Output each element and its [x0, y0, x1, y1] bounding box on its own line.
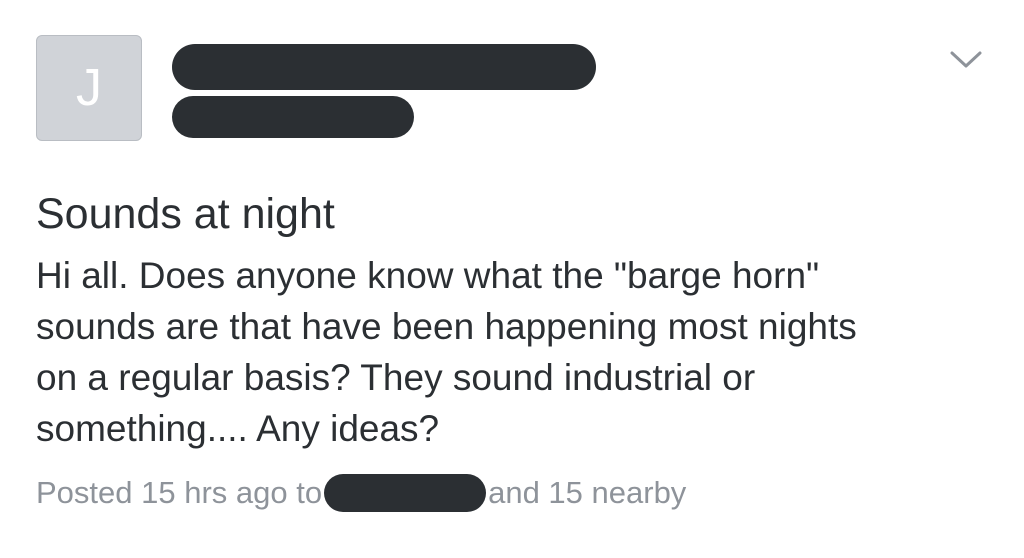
post-title: Sounds at night — [36, 190, 335, 238]
avatar-initial: J — [76, 59, 102, 117]
redacted-neighborhood-link[interactable] — [324, 474, 487, 512]
nearby-link[interactable]: and 15 nearby — [488, 475, 686, 511]
post-body: Hi all. Does anyone know what the "barge… — [36, 250, 996, 454]
redacted-author-location — [172, 96, 414, 138]
author-avatar[interactable]: J — [36, 35, 142, 141]
post-body-line: sounds are that have been happening most… — [36, 306, 857, 347]
post-footer: Posted 15 hrs ago to and 15 nearby — [36, 470, 686, 516]
post-body-line: Hi all. Does anyone know what the "barge… — [36, 255, 820, 296]
post-body-line: on a regular basis? They sound industria… — [36, 357, 756, 398]
posted-time-text: Posted 15 hrs ago to — [36, 475, 323, 510]
redacted-author-name — [172, 44, 596, 90]
chevron-down-icon[interactable] — [948, 46, 984, 72]
post-body-line: something.... Any ideas? — [36, 408, 440, 449]
